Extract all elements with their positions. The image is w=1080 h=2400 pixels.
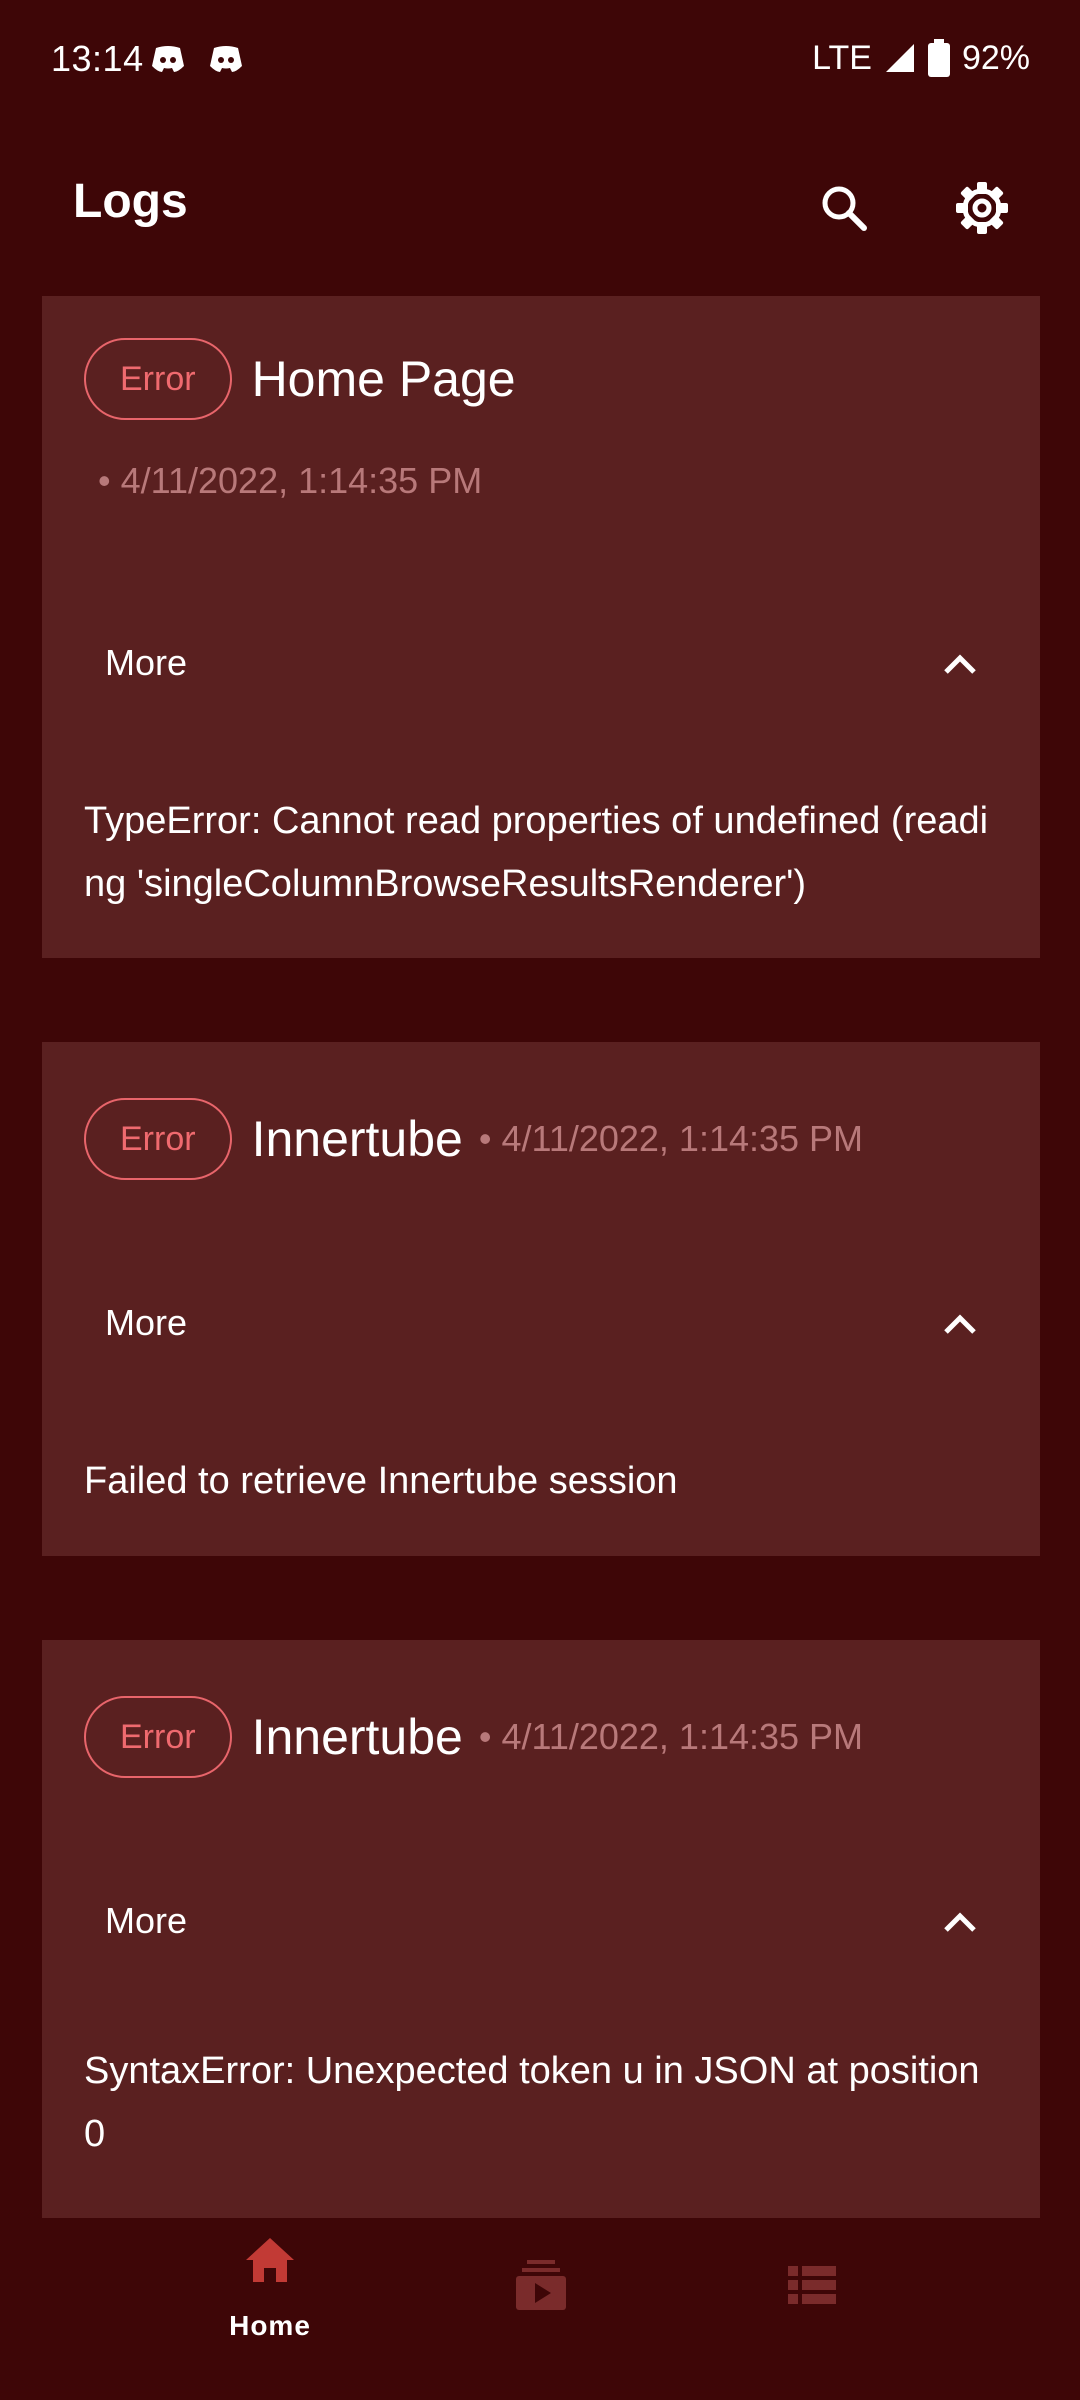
search-icon bbox=[822, 186, 867, 231]
chevron-up-icon bbox=[944, 1912, 976, 1932]
signal-icon bbox=[885, 44, 914, 72]
bottom-navigation: Home bbox=[0, 2230, 1080, 2400]
log-message: TypeError: Cannot read properties of und… bbox=[84, 800, 989, 905]
error-level-chip: Error bbox=[84, 338, 232, 420]
more-label: More bbox=[105, 642, 188, 683]
error-level-chip: Error bbox=[84, 1098, 232, 1180]
home-icon bbox=[246, 2238, 294, 2282]
nav-item-subscriptions[interactable] bbox=[441, 2230, 641, 2400]
more-toggle[interactable]: More bbox=[42, 1274, 1040, 1374]
list-icon bbox=[788, 2266, 836, 2304]
battery-percent: 92% bbox=[961, 38, 1030, 77]
network-type: LTE bbox=[812, 38, 872, 77]
nav-item-library[interactable] bbox=[712, 2230, 912, 2400]
log-card: Error Innertube • 4/11/2022, 1:14:35 PM … bbox=[42, 1640, 1040, 2218]
log-timestamp: • 4/11/2022, 1:14:35 PM bbox=[478, 1716, 864, 1757]
nav-item-home[interactable]: Home bbox=[170, 2230, 370, 2400]
search-button[interactable] bbox=[808, 172, 880, 244]
log-card-header: Error Home Page bbox=[84, 338, 516, 420]
log-card-header: Error Innertube • 4/11/2022, 1:14:35 PM bbox=[84, 1098, 863, 1180]
more-toggle[interactable]: More bbox=[42, 1872, 1040, 1972]
discord-notification-icon bbox=[210, 46, 242, 72]
battery-icon bbox=[927, 39, 950, 77]
log-message: Failed to retrieve Innertube session bbox=[84, 1460, 678, 1502]
app-bar: Logs bbox=[0, 150, 1080, 250]
log-message: SyntaxError: Unexpected token u in JSON … bbox=[84, 2050, 980, 2155]
subscriptions-icon bbox=[516, 2260, 566, 2310]
settings-icon bbox=[956, 182, 1008, 234]
more-label: More bbox=[105, 1900, 188, 1941]
log-card: Error Innertube • 4/11/2022, 1:14:35 PM … bbox=[42, 1042, 1040, 1556]
chevron-up-icon bbox=[944, 654, 976, 674]
error-level-chip: Error bbox=[84, 1696, 232, 1778]
log-source: Innertube bbox=[251, 1111, 463, 1167]
status-time: 13:14 bbox=[51, 38, 144, 79]
log-card: Error Home Page • 4/11/2022, 1:14:35 PM … bbox=[42, 296, 1040, 958]
discord-notification-icon bbox=[152, 46, 184, 72]
settings-button[interactable] bbox=[946, 172, 1018, 244]
nav-label-home: Home bbox=[229, 2310, 311, 2341]
logs-screen: 13:14 LTE 92% Logs Error Home Page • 4/1… bbox=[0, 0, 1080, 2400]
chevron-up-icon bbox=[944, 1314, 976, 1334]
status-indicators: LTE 92% bbox=[812, 36, 1030, 80]
status-bar: 13:14 LTE 92% bbox=[0, 0, 1080, 120]
more-toggle[interactable]: More bbox=[42, 614, 1040, 714]
page-title: Logs bbox=[73, 175, 188, 228]
log-card-header: Error Innertube • 4/11/2022, 1:14:35 PM bbox=[84, 1696, 863, 1778]
log-timestamp: • 4/11/2022, 1:14:35 PM bbox=[478, 1118, 864, 1159]
more-label: More bbox=[105, 1302, 188, 1343]
log-source: Innertube bbox=[251, 1709, 463, 1765]
log-source: Home Page bbox=[251, 351, 516, 407]
log-timestamp: • 4/11/2022, 1:14:35 PM bbox=[98, 460, 483, 501]
